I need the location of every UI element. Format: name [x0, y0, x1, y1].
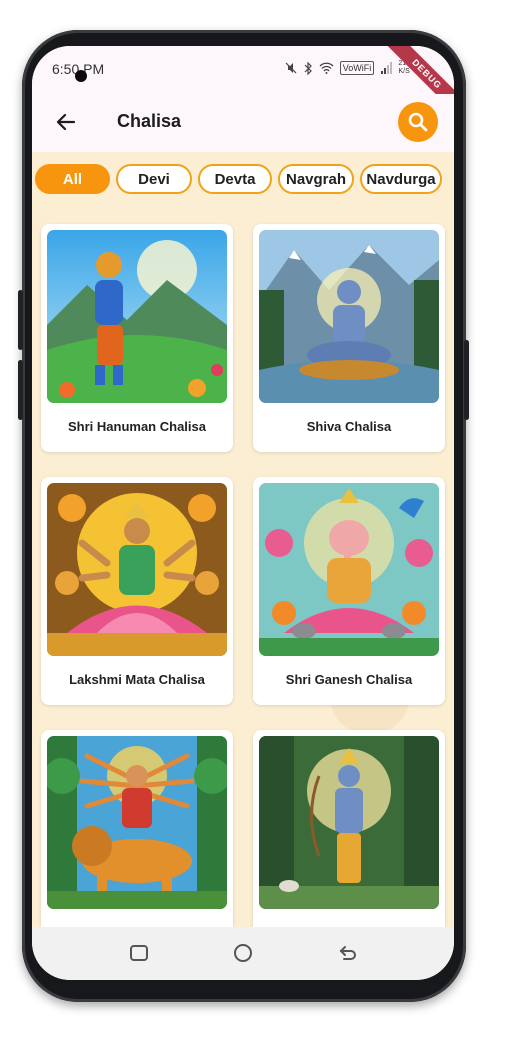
hanuman-image	[47, 230, 227, 403]
filter-chip-navgrah[interactable]: Navgrah	[278, 164, 354, 194]
filter-chip-devta[interactable]: Devta	[198, 164, 272, 194]
chalisa-card-durga[interactable]	[41, 730, 233, 927]
status-bar: 6:50 PM VoWiFi 218 K/S DEBUG	[32, 46, 454, 119]
square-icon[interactable]	[127, 941, 151, 965]
filter-chip-navdurga[interactable]: Navdurga	[360, 164, 442, 194]
chalisa-card-rama[interactable]	[253, 730, 445, 927]
search-icon	[408, 112, 428, 132]
filter-chips: All Devi Devta Navgrah Navdurga	[35, 164, 442, 194]
ganesh-image	[259, 483, 439, 656]
card-title: Lakshmi Mata Chalisa	[69, 672, 205, 687]
page-title: Chalisa	[117, 111, 182, 131]
card-title: Shri Hanuman Chalisa	[68, 419, 206, 434]
back-arrow-icon[interactable]	[336, 941, 360, 965]
circle-icon[interactable]	[231, 941, 255, 965]
filter-chip-all[interactable]: All	[35, 164, 110, 194]
wifi-icon	[319, 62, 334, 74]
system-nav-bar	[32, 927, 454, 980]
card-title: Shiva Chalisa	[306, 419, 392, 434]
mute-icon	[285, 62, 297, 74]
rama-image	[259, 736, 439, 909]
shiva-image	[259, 230, 439, 403]
vowifi-badge: VoWiFi	[339, 61, 375, 75]
filter-chip-devi[interactable]: Devi	[116, 164, 192, 194]
arrow-left-icon[interactable]	[54, 110, 78, 134]
chalisa-content[interactable]: All Devi Devta Navgrah Navdurga Shri Han…	[32, 152, 454, 927]
side-key	[464, 340, 469, 420]
volume-button	[18, 290, 23, 350]
network-speed-unit: K/S	[398, 68, 410, 75]
chalisa-card-ganesh[interactable]: Shri Ganesh Chalisa	[253, 477, 445, 705]
durga-image	[47, 736, 227, 909]
app-bar: Chalisa	[32, 94, 454, 152]
card-title: Shri Ganesh Chalisa	[285, 672, 413, 687]
bluetooth-icon	[304, 61, 312, 75]
lakshmi-image	[47, 483, 227, 656]
front-camera	[75, 70, 87, 82]
signal-icon	[381, 62, 393, 74]
chalisa-card-shiva[interactable]: Shiva Chalisa	[253, 224, 445, 452]
power-button	[18, 360, 23, 420]
status-icons: VoWiFi 218 K/S	[285, 60, 410, 76]
search-button[interactable]	[398, 102, 438, 142]
chalisa-card-lakshmi[interactable]: Lakshmi Mata Chalisa	[41, 477, 233, 705]
app-screen: 6:50 PM VoWiFi 218 K/S DEBUG Chalisa All…	[32, 46, 454, 980]
chalisa-card-hanuman[interactable]: Shri Hanuman Chalisa	[41, 224, 233, 452]
